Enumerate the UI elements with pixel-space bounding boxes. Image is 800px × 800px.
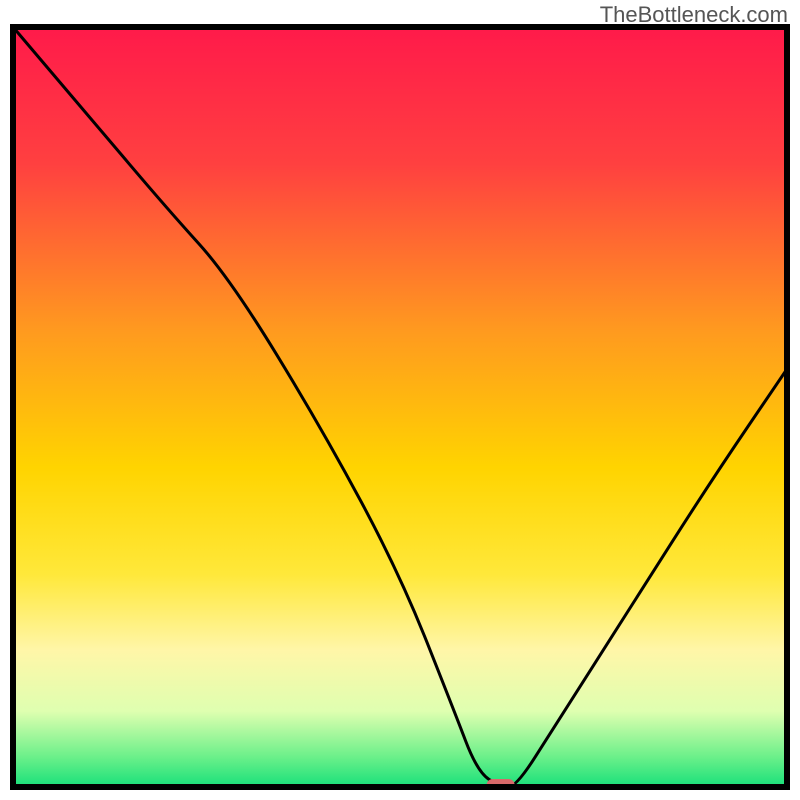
gradient-background — [13, 27, 787, 787]
watermark-text: TheBottleneck.com — [600, 2, 788, 28]
chart-container: TheBottleneck.com — [0, 0, 800, 800]
chart-plot — [10, 24, 790, 790]
chart-svg — [10, 24, 790, 790]
